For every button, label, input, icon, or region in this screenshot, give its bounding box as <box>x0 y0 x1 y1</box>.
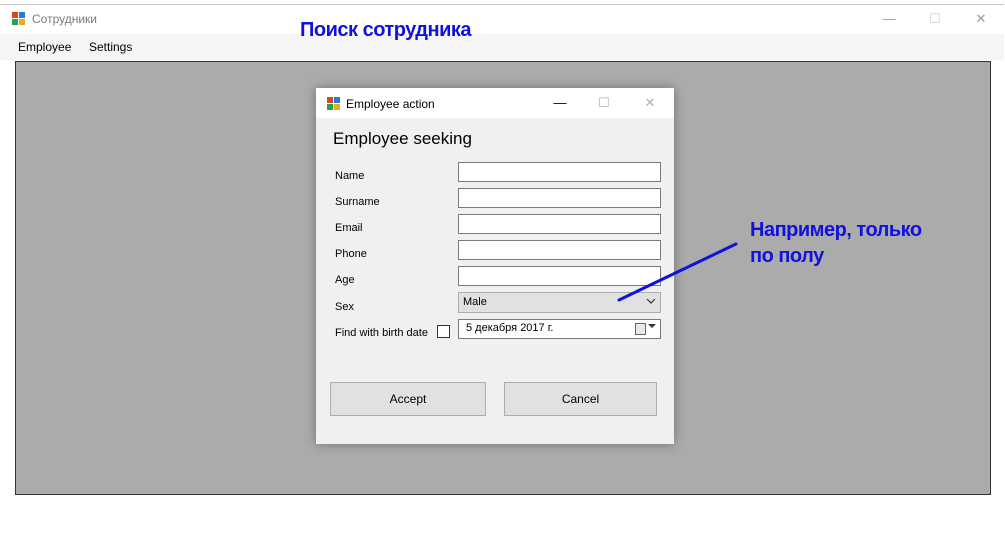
annotation-note-line2: по полу <box>750 245 824 267</box>
annotation-note: Например, только по полу <box>750 217 922 269</box>
annotation-arrow <box>617 242 738 302</box>
annotation-note-line1: Например, только <box>750 219 922 241</box>
